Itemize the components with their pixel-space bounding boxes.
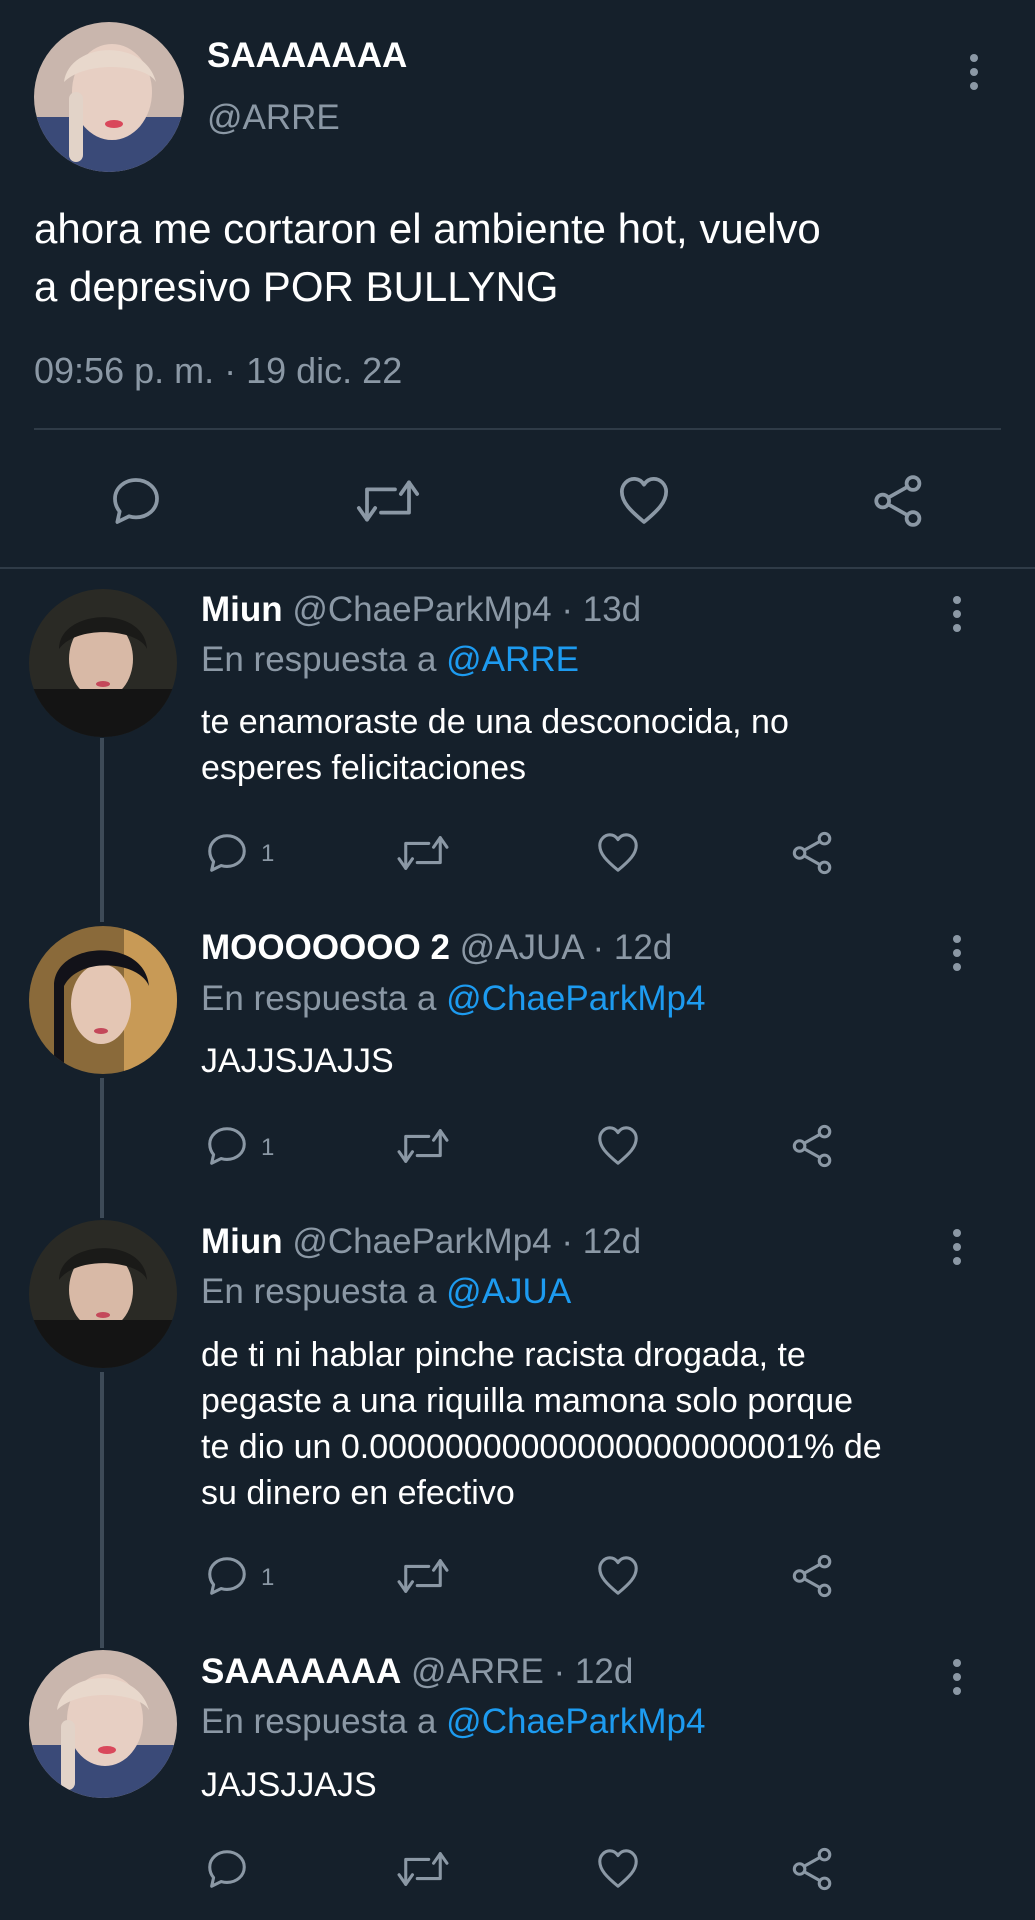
reply-age: · 12d bbox=[592, 928, 673, 967]
reply-meta: MOOOOOOO 2 @AJUA · 12d bbox=[201, 928, 672, 968]
reply-mention-link[interactable]: @ARRE bbox=[446, 640, 579, 679]
avatar[interactable] bbox=[29, 1220, 177, 1368]
reply-text: JAJSJJAJS bbox=[201, 1762, 377, 1808]
retweet-icon[interactable] bbox=[396, 830, 450, 876]
retweet-icon[interactable] bbox=[396, 1123, 450, 1169]
author-display-name[interactable]: SAAAAAAA bbox=[207, 36, 407, 76]
reply-context: En respuesta a @ARRE bbox=[201, 640, 579, 680]
reply-text: JAJJSJAJJS bbox=[201, 1038, 394, 1084]
retweet-icon[interactable] bbox=[396, 1846, 450, 1892]
reply-context: En respuesta a @AJUA bbox=[201, 1272, 571, 1312]
more-options-icon[interactable] bbox=[952, 1229, 962, 1271]
like-icon[interactable] bbox=[594, 1846, 642, 1892]
reply-text-line: te dio un 0.00000000000000000000001% de bbox=[201, 1428, 882, 1466]
reply-text-line: JAJSJJAJS bbox=[201, 1766, 377, 1804]
reply-display-name[interactable]: Miun bbox=[201, 590, 283, 629]
avatar[interactable] bbox=[29, 926, 177, 1074]
reply-icon[interactable] bbox=[204, 1553, 250, 1599]
divider bbox=[34, 428, 1001, 430]
reply-text-line: de ti ni hablar pinche racista drogada, … bbox=[201, 1336, 806, 1374]
divider bbox=[0, 567, 1035, 569]
reply-handle[interactable]: @ChaeParkMp4 bbox=[292, 590, 551, 629]
reply-prefix: En respuesta a bbox=[201, 1272, 437, 1311]
reply-meta: SAAAAAAA @ARRE · 12d bbox=[201, 1652, 633, 1692]
tweet-timestamp: 09:56 p. m. · 19 dic. 22 bbox=[34, 350, 403, 391]
reply-text-line: JAJJSJAJJS bbox=[201, 1042, 394, 1080]
reply-text-line: pegaste a una riquilla mamona solo porqu… bbox=[201, 1382, 854, 1420]
reply-age: · 13d bbox=[561, 590, 642, 629]
reply-display-name[interactable]: SAAAAAAA bbox=[201, 1652, 401, 1691]
reply-text-line: te enamoraste de una desconocida, no bbox=[201, 703, 789, 741]
reply-context: En respuesta a @ChaeParkMp4 bbox=[201, 979, 705, 1019]
like-icon[interactable] bbox=[615, 473, 673, 529]
reply-text: te enamoraste de una desconocida, no esp… bbox=[201, 699, 789, 791]
reply-mention-link[interactable]: @ChaeParkMp4 bbox=[446, 1702, 705, 1741]
reply-meta: Miun @ChaeParkMp4 · 13d bbox=[201, 590, 641, 630]
tweet-text-line: a depresivo POR BULLYNG bbox=[34, 263, 559, 310]
reply-display-name[interactable]: Miun bbox=[201, 1222, 283, 1261]
like-icon[interactable] bbox=[594, 1123, 642, 1169]
reply-context: En respuesta a @ChaeParkMp4 bbox=[201, 1702, 705, 1742]
more-options-icon[interactable] bbox=[952, 596, 962, 638]
reply-count: 1 bbox=[261, 840, 275, 867]
reply-icon[interactable] bbox=[204, 1123, 250, 1169]
avatar[interactable] bbox=[29, 1650, 177, 1798]
reply-count: 1 bbox=[261, 1134, 275, 1161]
reply-icon[interactable] bbox=[108, 473, 164, 529]
reply-mention-link[interactable]: @AJUA bbox=[446, 1272, 571, 1311]
reply-prefix: En respuesta a bbox=[201, 640, 437, 679]
reply-age: · 12d bbox=[553, 1652, 634, 1691]
share-icon[interactable] bbox=[790, 830, 836, 876]
more-options-icon[interactable] bbox=[969, 54, 979, 96]
share-icon[interactable] bbox=[871, 473, 927, 529]
retweet-icon[interactable] bbox=[396, 1553, 450, 1599]
reply-mention-link[interactable]: @ChaeParkMp4 bbox=[446, 979, 705, 1018]
reply-icon[interactable] bbox=[204, 1846, 250, 1892]
reply-handle[interactable]: @AJUA bbox=[460, 928, 583, 967]
reply-prefix: En respuesta a bbox=[201, 979, 437, 1018]
like-icon[interactable] bbox=[594, 830, 642, 876]
reply-icon[interactable] bbox=[204, 830, 250, 876]
more-options-icon[interactable] bbox=[952, 1659, 962, 1701]
reply-handle[interactable]: @ChaeParkMp4 bbox=[292, 1222, 551, 1261]
thread-line bbox=[100, 1372, 104, 1648]
share-icon[interactable] bbox=[790, 1846, 836, 1892]
reply-count: 1 bbox=[261, 1564, 275, 1591]
reply-handle[interactable]: @ARRE bbox=[411, 1652, 544, 1691]
avatar[interactable] bbox=[34, 22, 184, 172]
share-icon[interactable] bbox=[790, 1553, 836, 1599]
retweet-icon[interactable] bbox=[355, 473, 421, 529]
reply-text: de ti ni hablar pinche racista drogada, … bbox=[201, 1332, 882, 1516]
reply-text-line: esperes felicitaciones bbox=[201, 749, 527, 787]
reply-meta: Miun @ChaeParkMp4 · 12d bbox=[201, 1222, 641, 1262]
reply-text-line: su dinero en efectivo bbox=[201, 1474, 515, 1512]
tweet-text: ahora me cortaron el ambiente hot, vuelv… bbox=[34, 200, 821, 316]
author-handle[interactable]: @ARRE bbox=[207, 98, 340, 138]
reply-age: · 12d bbox=[561, 1222, 642, 1261]
reply-display-name[interactable]: MOOOOOOO 2 bbox=[201, 928, 450, 967]
like-icon[interactable] bbox=[594, 1553, 642, 1599]
more-options-icon[interactable] bbox=[952, 935, 962, 977]
tweet-text-line: ahora me cortaron el ambiente hot, vuelv… bbox=[34, 205, 821, 252]
thread-line bbox=[100, 738, 104, 922]
thread-line bbox=[100, 1078, 104, 1218]
reply-prefix: En respuesta a bbox=[201, 1702, 437, 1741]
share-icon[interactable] bbox=[790, 1123, 836, 1169]
avatar[interactable] bbox=[29, 589, 177, 737]
